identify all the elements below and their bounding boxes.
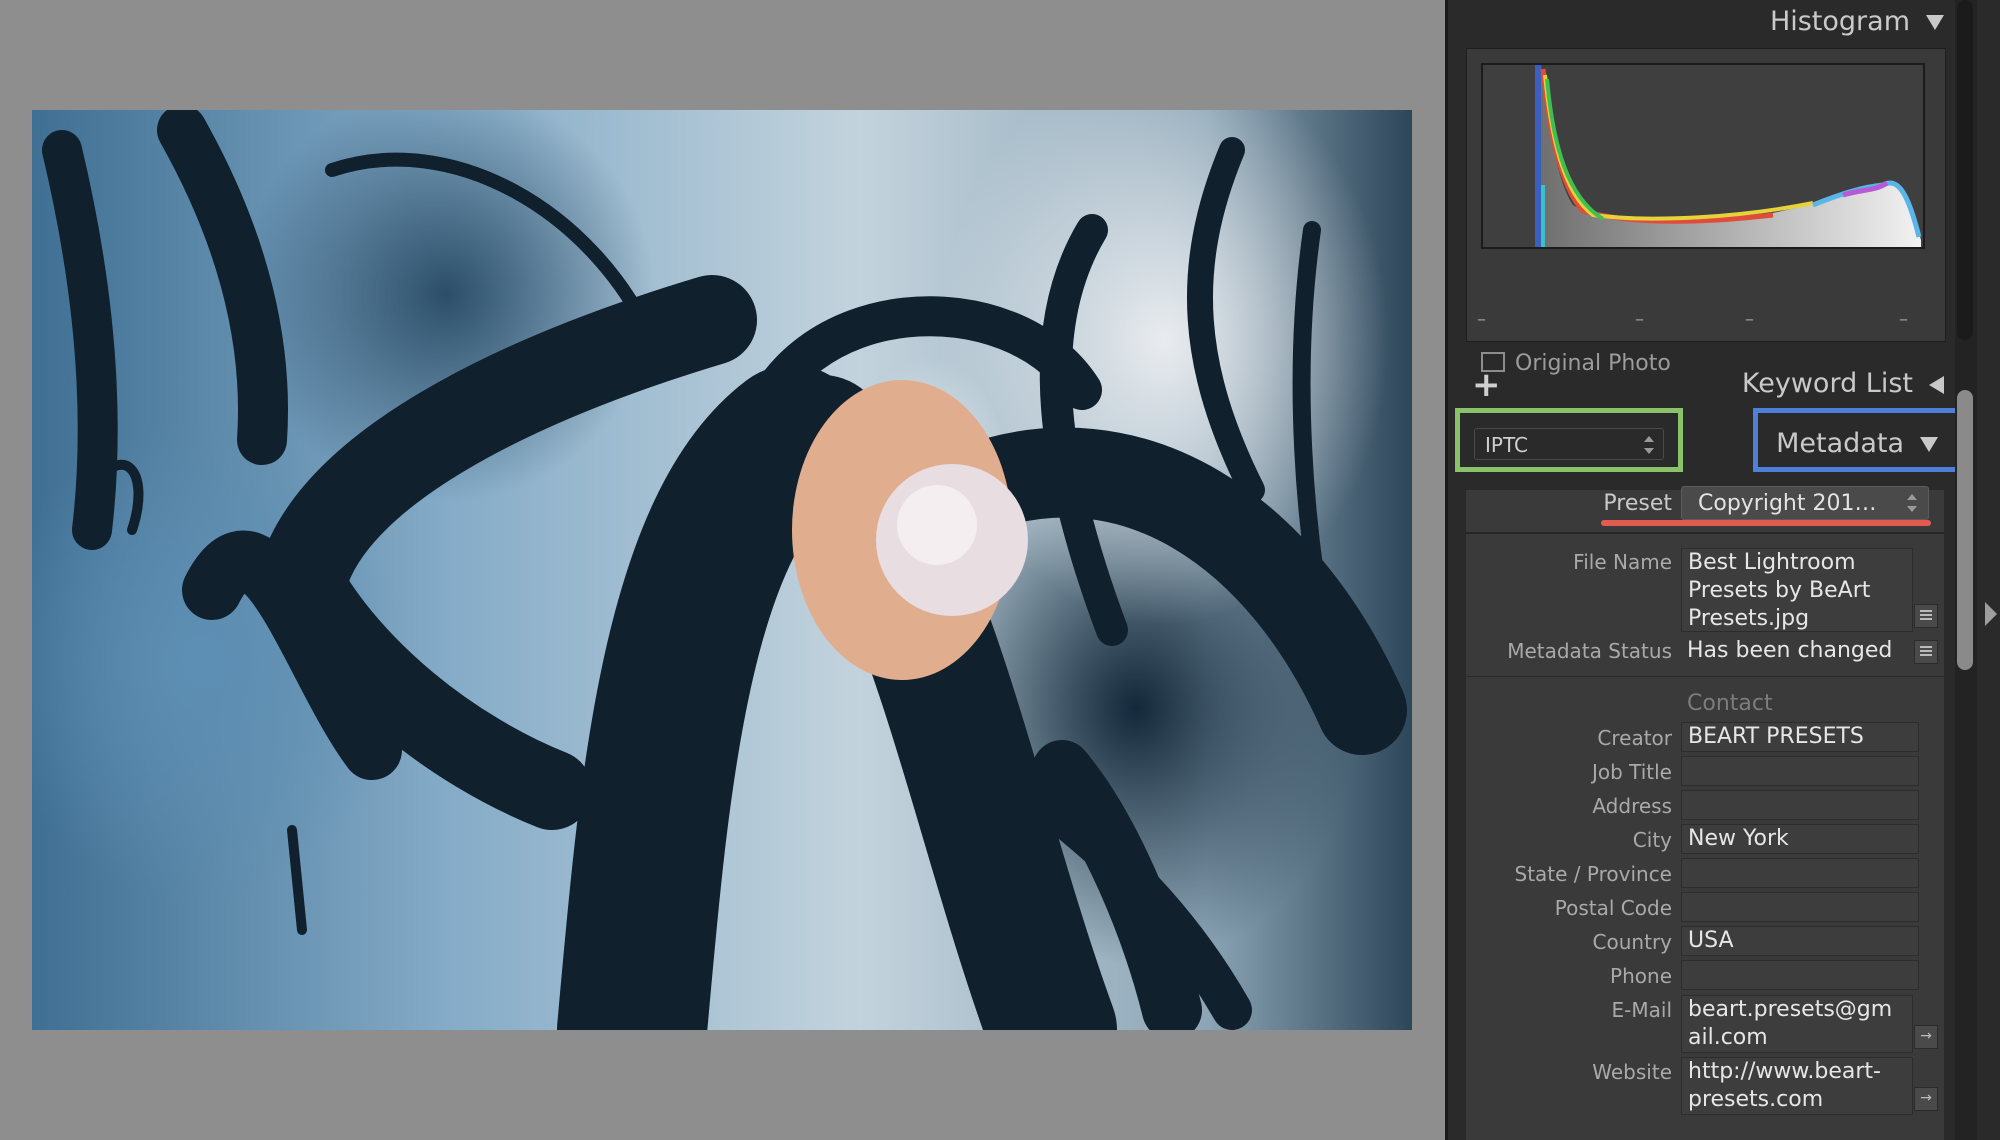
- arrow-right-icon[interactable]: →: [1914, 1025, 1938, 1049]
- file-name-field[interactable]: Best Lightroom Presets by BeArt Presets.…: [1681, 548, 1913, 632]
- histogram-curve: [1535, 65, 1922, 247]
- address-field[interactable]: [1681, 790, 1919, 820]
- state-province-label: State / Province: [1514, 862, 1673, 886]
- photo-artwork: [42, 110, 1407, 1030]
- divider: [1466, 532, 1944, 534]
- job-title-field[interactable]: [1681, 756, 1919, 786]
- file-name-label: File Name: [1573, 550, 1672, 574]
- postal-code-label: Postal Code: [1554, 896, 1672, 920]
- histogram-header[interactable]: Histogram: [1466, 0, 1944, 44]
- preset-value: Copyright 201…: [1698, 491, 1877, 516]
- keyword-list-header[interactable]: Keyword List: [1466, 362, 1944, 406]
- histogram-tick: –: [1899, 309, 1908, 330]
- email-label: E-Mail: [1611, 998, 1672, 1022]
- scrollbar-track-top: [1957, 0, 1973, 340]
- job-title-label: Job Title: [1591, 760, 1672, 784]
- phone-label: Phone: [1610, 964, 1672, 988]
- email-field[interactable]: beart.presets@gm ail.com: [1681, 995, 1913, 1053]
- histogram-panel: – – – – Original Photo: [1466, 48, 1946, 376]
- histogram-tick: –: [1635, 309, 1644, 330]
- right-panel: Histogram – – – – Original Photo + Keywo…: [1445, 0, 2000, 1140]
- keyword-list-title: Keyword List: [1741, 368, 1913, 399]
- country-label: Country: [1592, 930, 1672, 954]
- histogram-title: Histogram: [1769, 6, 1910, 37]
- country-field[interactable]: USA: [1681, 926, 1919, 956]
- histogram-tick: –: [1477, 309, 1486, 330]
- website-label: Website: [1592, 1060, 1672, 1084]
- creator-label: Creator: [1597, 726, 1672, 750]
- website-field[interactable]: http://www.beart- presets.com: [1681, 1057, 1913, 1115]
- city-label: City: [1632, 828, 1672, 852]
- city-field[interactable]: New York: [1681, 824, 1919, 854]
- contact-group-label: Contact: [1687, 691, 1773, 716]
- preset-dropdown[interactable]: Copyright 201…: [1681, 486, 1929, 520]
- panel-expand-arrow-icon[interactable]: [1985, 602, 1997, 626]
- panel-scrollbar[interactable]: [1955, 0, 1977, 1140]
- arrow-right-icon[interactable]: →: [1914, 1087, 1938, 1111]
- collapse-triangle-icon[interactable]: [1926, 15, 1944, 30]
- creator-field[interactable]: BEART PRESETS: [1681, 722, 1919, 752]
- highlight-underline-red: [1601, 520, 1931, 526]
- scrollbar-thumb[interactable]: [1957, 390, 1973, 670]
- preset-label: Preset: [1603, 491, 1672, 516]
- image-canvas: [0, 0, 1445, 1140]
- histogram-graph[interactable]: [1481, 63, 1925, 249]
- list-icon[interactable]: [1914, 604, 1938, 628]
- dropdown-stepper-icon: [1904, 492, 1920, 514]
- list-icon[interactable]: [1914, 640, 1938, 664]
- metadata-status-label: Metadata Status: [1507, 639, 1672, 663]
- postal-code-field[interactable]: [1681, 892, 1919, 922]
- histogram-tick: –: [1745, 309, 1754, 330]
- photo-preview[interactable]: [32, 110, 1412, 1030]
- phone-field[interactable]: [1681, 960, 1919, 990]
- metadata-status-value: Has been changed: [1687, 638, 1893, 663]
- expand-triangle-icon[interactable]: [1929, 375, 1944, 394]
- divider: [1466, 676, 1944, 677]
- state-province-field[interactable]: [1681, 858, 1919, 888]
- highlight-box-blue: [1753, 408, 1965, 472]
- address-label: Address: [1592, 794, 1672, 818]
